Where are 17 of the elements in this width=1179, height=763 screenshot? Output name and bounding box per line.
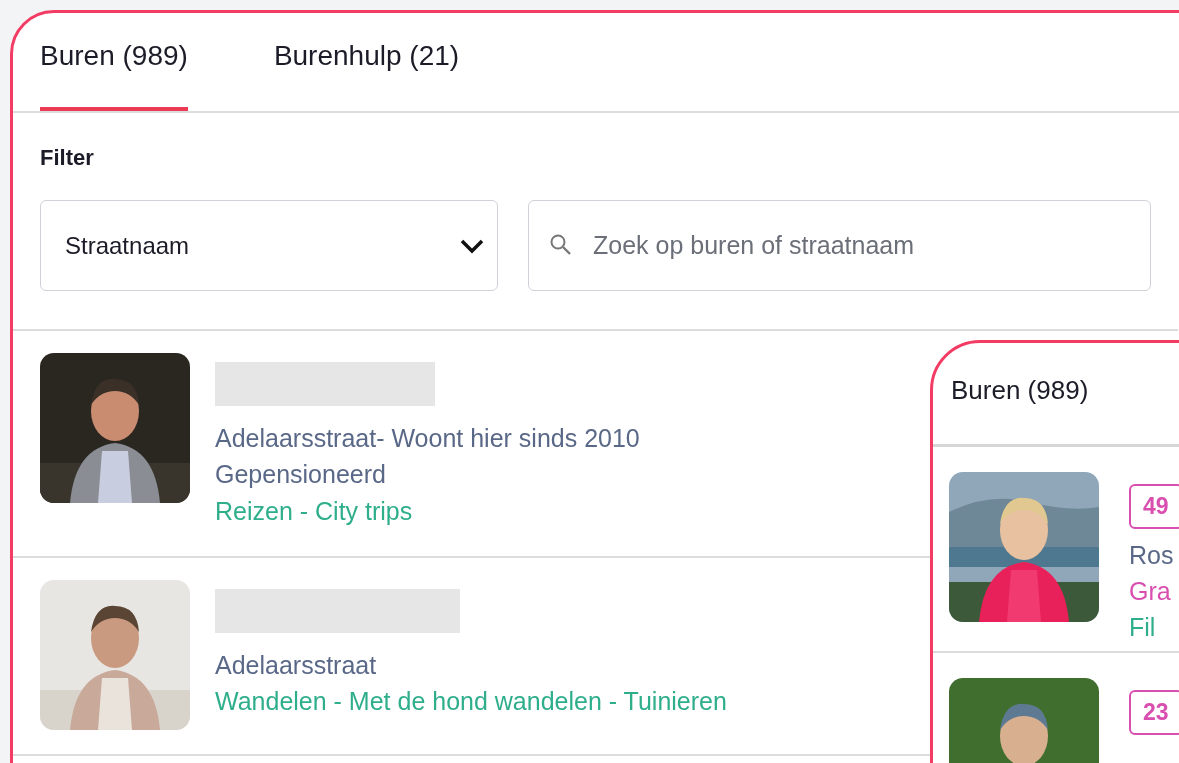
street-select[interactable]: Straatnaam xyxy=(40,200,498,291)
search-field[interactable]: Zoek op buren of straatnaam xyxy=(528,200,1151,291)
age-tag: 49 xyxy=(1129,484,1179,529)
filter-label: Filter xyxy=(40,144,95,172)
interests-text: Wandelen - Met de hond wandelen - Tuinieren xyxy=(215,686,727,718)
address-text: Ros xyxy=(1129,539,1175,571)
interests-text: Reizen - City trips xyxy=(215,495,414,527)
occupation-text: Gepensioneerd xyxy=(215,459,387,491)
chevron-down-icon xyxy=(459,237,485,254)
list-title: Buren (989) xyxy=(933,343,1179,447)
interests-text: Fil xyxy=(1129,612,1157,643)
tab[interactable]: Burenhulp (21) xyxy=(273,39,460,111)
address-text: Adelaarsstraat xyxy=(215,650,378,681)
address-text: Adelaarsstraat- Woont hier sinds 2010 xyxy=(215,423,640,454)
occupation-text: Gra xyxy=(1129,575,1172,607)
tab[interactable]: Buren (989) xyxy=(40,39,188,111)
age-tag: 23 xyxy=(1129,690,1179,735)
